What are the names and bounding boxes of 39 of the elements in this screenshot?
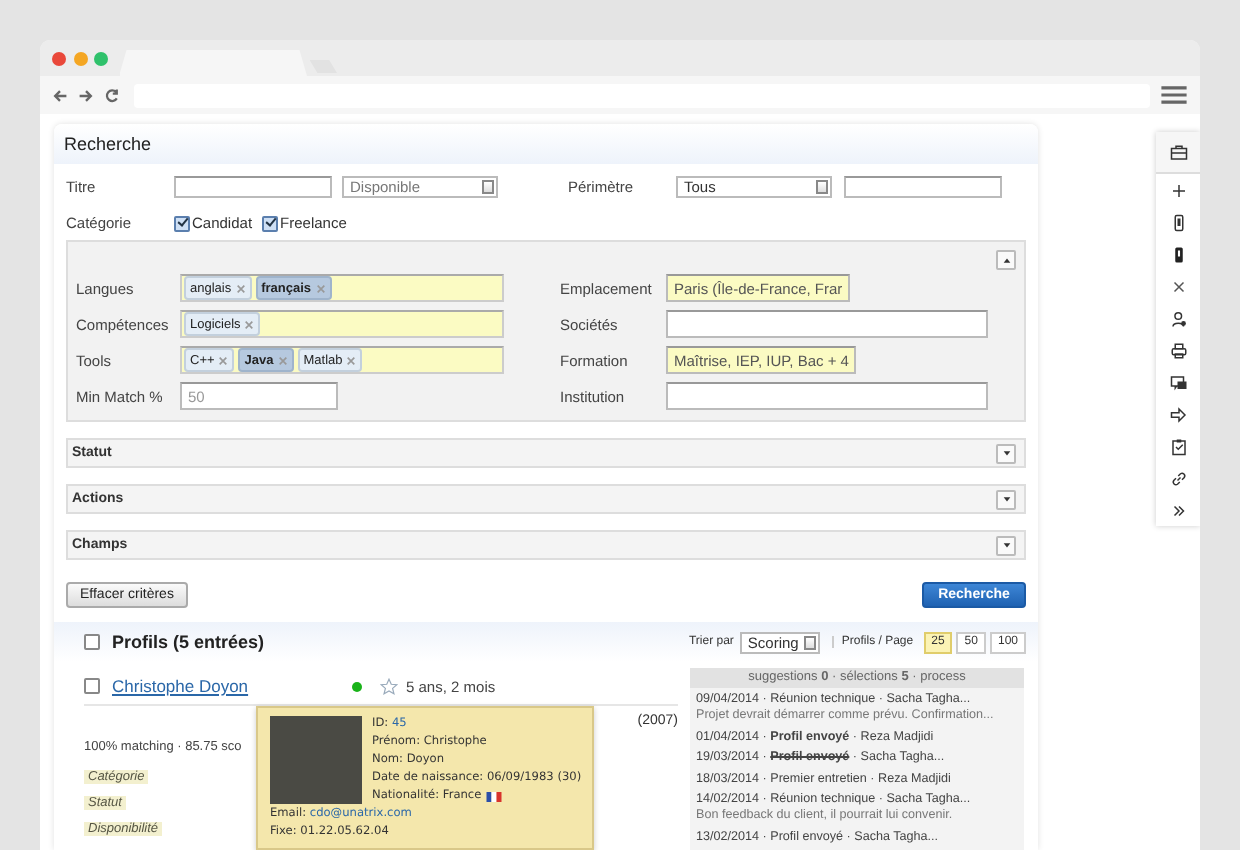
chat-icon[interactable]: [1169, 373, 1187, 391]
checkbox[interactable]: [84, 678, 100, 694]
back-icon[interactable]: [52, 87, 68, 103]
input-field[interactable]: [666, 310, 988, 338]
add-user-icon[interactable]: [1169, 309, 1187, 327]
phone-icon[interactable]: [1169, 213, 1187, 231]
collapse-icon: [1001, 255, 1011, 265]
profile-name-link[interactable]: Christophe Doyon: [112, 676, 352, 696]
collapse-button[interactable]: [996, 250, 1016, 270]
plus-icon[interactable]: [1169, 181, 1187, 199]
expand-button[interactable]: [996, 443, 1016, 463]
flag-icon: [485, 792, 502, 802]
menu-icon[interactable]: [1160, 86, 1188, 104]
photo-placeholder: [270, 716, 362, 804]
expand-button[interactable]: [996, 489, 1016, 509]
briefcase-icon[interactable]: [1169, 143, 1187, 161]
reload-icon[interactable]: [104, 87, 120, 103]
forward-icon[interactable]: [78, 87, 94, 103]
expand-icon: [1001, 448, 1011, 458]
expand-button[interactable]: [996, 535, 1016, 555]
arrow-icon[interactable]: [1169, 405, 1187, 423]
input-field[interactable]: [174, 176, 332, 198]
checkbox[interactable]: [174, 215, 190, 231]
close-icon[interactable]: [1169, 277, 1187, 295]
printer-icon[interactable]: [1169, 341, 1187, 359]
panel-title: Recherche: [54, 124, 1038, 164]
results-title: Profils (5 entrées): [112, 632, 265, 652]
double-chevron-icon[interactable]: [1169, 501, 1187, 519]
link-icon[interactable]: [1169, 469, 1187, 487]
close-button[interactable]: [52, 51, 66, 65]
checkbox[interactable]: [84, 634, 100, 650]
phone-icon[interactable]: [1169, 245, 1187, 263]
input-field[interactable]: [844, 176, 1002, 198]
star-icon[interactable]: [380, 677, 398, 695]
clipboard-icon[interactable]: [1169, 437, 1187, 455]
input-field[interactable]: [666, 382, 988, 410]
expand-icon: [1001, 494, 1011, 504]
checkbox[interactable]: [262, 215, 279, 231]
expand-icon: [1001, 540, 1011, 550]
